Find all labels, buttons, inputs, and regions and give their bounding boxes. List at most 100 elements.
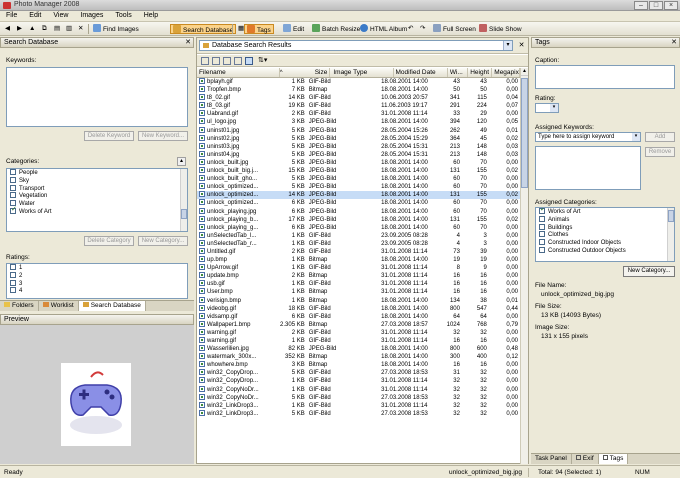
table-row[interactable]: win32_CopyNoDr... 5 KB GIF-Bild 27.03.2008 … [197, 393, 520, 402]
delete-category-button[interactable]: Delete Category [84, 236, 134, 246]
table-row[interactable]: unlock_built.jpg 5 KB JPEG-Bild 18.08.2001 … [197, 158, 520, 167]
category-checkbox[interactable] [10, 192, 16, 199]
col-filename[interactable]: Filename [197, 68, 280, 77]
back-icon[interactable]: ◀ [3, 24, 12, 34]
col-modified[interactable]: Modified Date [394, 68, 448, 77]
close-results-icon[interactable]: ✕ [517, 40, 526, 51]
table-row[interactable]: ul_logo.jpg 3 KB JPEG-Bild 18.08.2001 14:00… [197, 118, 520, 126]
assigned-category-item[interactable]: Constructed Outdoor Objects [536, 246, 674, 255]
table-row[interactable]: t8_03.gif 19 KB GIF-Bild 11.06.2003 19:17 29… [197, 102, 520, 110]
categories-scrollbar[interactable] [667, 208, 674, 261]
tab-search-database[interactable]: Search Database [78, 301, 146, 311]
category-item[interactable]: Sky [7, 176, 187, 185]
table-row[interactable]: update.bmp 2 KB Bitmap 31.01.2008 11:14 16 16… [197, 272, 520, 280]
table-row[interactable]: up.bmp 1 KB Bitmap 18.08.2001 14:00 19 19 0,00 [197, 256, 520, 264]
menu-file[interactable]: File [0, 11, 23, 19]
col-height[interactable]: Height [468, 68, 493, 77]
delete-icon[interactable]: ✕ [76, 24, 85, 34]
slide-show-button[interactable]: Slide Show [477, 24, 524, 34]
delete-keyword-button[interactable]: Delete Keyword [84, 131, 134, 141]
table-row[interactable]: uninst03.jpg 5 KB JPEG-Bild 28.05.2004 15:3… [197, 142, 520, 151]
category-item[interactable]: People [7, 169, 187, 177]
table-row[interactable]: unlock_playing.jpg 6 KB JPEG-Bild 18.08.200… [197, 207, 520, 216]
rating-item[interactable]: 3 [7, 279, 187, 288]
menu-edit[interactable]: Edit [23, 11, 47, 19]
html-album-button[interactable]: HTML Album [358, 24, 409, 34]
category-checkbox[interactable] [539, 223, 545, 230]
menu-help[interactable]: Help [138, 11, 164, 19]
category-checkbox[interactable] [539, 239, 545, 246]
rating-checkbox[interactable] [10, 279, 16, 286]
location-field[interactable]: Database Search Results ▾ [199, 40, 513, 51]
table-row[interactable]: vidsamp.gif 6 KB GIF-Bild 18.08.2001 14:00 6… [197, 312, 520, 321]
category-item[interactable]: Transport [7, 184, 187, 193]
file-list-scrollbar[interactable]: ▲ [520, 68, 528, 464]
search-database-button[interactable]: Search Database [170, 24, 237, 34]
col-image-type[interactable]: Image Type [333, 68, 367, 77]
category-checkbox[interactable] [539, 215, 545, 222]
table-row[interactable]: win32_CopyDrop... 1 KB GIF-Bild 31.01.2008 … [197, 377, 520, 385]
table-row[interactable]: unSelectedTab_r... 1 KB GIF-Bild 23.09.2005… [197, 239, 520, 248]
table-row[interactable]: unSelectedTab_l... 1 KB GIF-Bild 23.09.2005… [197, 231, 520, 240]
category-checkbox[interactable] [539, 231, 545, 238]
add-keyword-button[interactable]: Add [645, 132, 675, 142]
tiles-view-icon[interactable] [212, 57, 220, 65]
table-row[interactable]: uninst01.jpg 5 KB JPEG-Bild 28.05.2004 15:2… [197, 126, 520, 135]
assigned-keywords-list[interactable] [535, 146, 641, 190]
col-width[interactable]: Wi... [448, 68, 469, 77]
menu-images[interactable]: Images [74, 11, 109, 19]
remove-keyword-button[interactable]: Remove [645, 147, 675, 157]
table-row[interactable]: whowhere.bmp 3 KB Bitmap 18.08.2001 14:00 16… [197, 361, 520, 369]
rating-checkbox[interactable] [10, 287, 16, 294]
keyword-input[interactable]: Type here to assign keyword ▾ [535, 132, 641, 142]
category-checkbox[interactable] [10, 176, 16, 183]
location-dropdown-icon[interactable]: ▾ [503, 41, 512, 50]
categories-list[interactable]: PeopleSkyTransportVegetationWaterWorks o… [6, 168, 188, 232]
move-icon[interactable]: ▥ [64, 24, 74, 34]
thumbnails-view-icon[interactable] [201, 57, 209, 65]
close-icon[interactable]: ✕ [671, 38, 677, 47]
menu-view[interactable]: View [47, 11, 74, 19]
rating-item[interactable]: 4 [7, 287, 187, 295]
table-row[interactable]: unlock_optimized... 6 KB JPEG-Bild 18.08.20… [197, 199, 520, 207]
assigned-category-item[interactable]: Constructed Indoor Objects [536, 239, 674, 247]
table-row[interactable]: win32_LinkDrop3... 1 KB GIF-Bild 31.01.2008… [197, 401, 520, 410]
assigned-categories-list[interactable]: Works of ArtAnimalsBuildingsClothesConst… [535, 207, 675, 262]
table-row[interactable]: win32_LinkDrop3... 5 KB GIF-Bild 27.03.2008… [197, 409, 520, 418]
batch-resize-button[interactable]: Batch Resize [310, 24, 362, 34]
details-view-icon[interactable] [245, 57, 253, 65]
table-row[interactable]: win32_CopyDrop... 5 KB GIF-Bild 27.03.2008 … [197, 369, 520, 377]
categories-scrollbar[interactable] [180, 169, 187, 231]
close-button[interactable]: × [664, 1, 678, 10]
table-row[interactable]: Uabrand.gif 2 KB GIF-Bild 31.01.2008 11:14 3… [197, 110, 520, 118]
scroll-thumb[interactable] [521, 78, 528, 188]
edit-button[interactable]: Edit [281, 24, 306, 34]
col-size[interactable]: Size [294, 68, 331, 77]
categories-scroll-up[interactable]: ▴ [177, 157, 186, 166]
table-row[interactable]: uninst02.jpg 5 KB JPEG-Bild 28.05.2004 15:2… [197, 134, 520, 143]
table-row[interactable]: verisign.bmp 1 KB Bitmap 18.08.2001 14:00 13… [197, 296, 520, 305]
table-row[interactable]: unlock_optimized... 5 KB JPEG-Bild 18.08.20… [197, 183, 520, 191]
menu-tools[interactable]: Tools [109, 11, 137, 19]
category-checkbox[interactable] [539, 246, 545, 253]
category-item[interactable]: Works of Art [7, 206, 187, 216]
table-row[interactable]: unlock_built_gho... 5 KB JPEG-Bild 18.08.20… [197, 175, 520, 183]
list-view-icon[interactable] [234, 57, 242, 65]
minimize-button[interactable]: – [634, 1, 648, 10]
new-keyword-button[interactable]: New Keyword... [138, 131, 188, 141]
copy-icon[interactable]: ⧉ [40, 24, 49, 34]
tab-tags[interactable]: Tags [598, 454, 629, 464]
rotate-left-icon[interactable]: ↶ [406, 24, 415, 34]
table-row[interactable]: bplayh.gif 1 KB GIF-Bild 18.08.2001 14:00 43… [197, 78, 520, 86]
assigned-category-item[interactable]: Clothes [536, 231, 674, 239]
category-checkbox[interactable] [10, 206, 17, 214]
tab-folders[interactable]: Folders [0, 301, 39, 311]
tags-button[interactable]: Tags [244, 24, 274, 34]
maximize-button[interactable]: □ [649, 1, 663, 10]
keywords-list[interactable] [6, 67, 188, 127]
up-folder-icon[interactable]: ▲ [27, 24, 37, 34]
tab-worklist[interactable]: Worklist [39, 301, 79, 311]
new-category-button[interactable]: New Category... [623, 266, 675, 277]
forward-icon[interactable]: ▶ [15, 24, 24, 34]
assigned-category-item[interactable]: Works of Art [536, 208, 674, 216]
